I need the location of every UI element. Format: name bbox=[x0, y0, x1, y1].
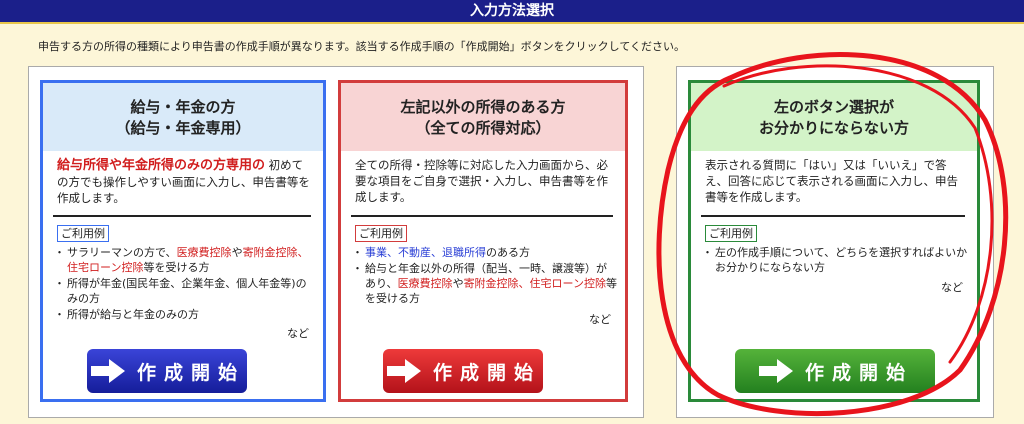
etc-text: など bbox=[941, 281, 963, 294]
card-salary-pension: 給与・年金の方 （給与・年金専用） 給与所得や年金所得のみの方専用の 初めての方… bbox=[40, 80, 326, 402]
card-title: 給与・年金の方 （給与・年金専用） bbox=[43, 83, 323, 151]
example-label: ご利用例 bbox=[355, 225, 407, 242]
example-list: 左の作成手順について、どちらを選択すればよいかお分かりにならない方 bbox=[702, 245, 969, 276]
divider bbox=[351, 215, 613, 217]
arrow-right-icon bbox=[386, 359, 421, 383]
arrow-right-icon bbox=[758, 359, 793, 383]
list-item: 所得が年金(国民年金、企業年金、個人年金等)のみの方 bbox=[54, 276, 315, 306]
list-item: 所得が給与と年金のみの方 bbox=[54, 307, 315, 322]
example-list: 事業、不動産、退職所得のある方 給与と年金以外の所得（配当、一時、譲渡等）があり… bbox=[352, 245, 617, 307]
list-item: サラリーマンの方で、医療費控除や寄附金控除、住宅ローン控除等を受ける方 bbox=[54, 245, 315, 275]
divider bbox=[701, 215, 965, 217]
card-other-income: 左記以外の所得のある方 （全ての所得対応） 全ての所得・控除等に対応した入力画面… bbox=[338, 80, 628, 402]
list-item: 給与と年金以外の所得（配当、一時、譲渡等）があり、医療費控除や寄附金控除、住宅ロ… bbox=[352, 261, 617, 306]
card-description: 表示される質問に「はい」又は「いいえ」で答え、回答に応じて表示される画面に入力し… bbox=[705, 158, 958, 204]
start-button-salary[interactable]: 作成開始 bbox=[87, 349, 247, 393]
example-list: サラリーマンの方で、医療費控除や寄附金控除、住宅ローン控除等を受ける方 所得が年… bbox=[54, 245, 315, 323]
start-button-other[interactable]: 作成開始 bbox=[383, 349, 543, 393]
list-item: 左の作成手順について、どちらを選択すればよいかお分かりにならない方 bbox=[702, 245, 969, 275]
arrow-right-icon bbox=[90, 359, 125, 383]
start-button-guided[interactable]: 作成開始 bbox=[735, 349, 935, 393]
card-not-sure: 左のボタン選択が お分かりにならない方 表示される質問に「はい」又は「いいえ」で… bbox=[688, 80, 980, 402]
etc-text: など bbox=[287, 327, 309, 340]
card-title: 左記以外の所得のある方 （全ての所得対応） bbox=[341, 83, 625, 151]
page-header: 入力方法選択 bbox=[0, 0, 1024, 24]
etc-text: など bbox=[589, 313, 611, 326]
example-label: ご利用例 bbox=[705, 225, 757, 242]
page-title: 入力方法選択 bbox=[470, 3, 554, 19]
card-description: 給与所得や年金所得のみの方専用の 初めての方でも操作しやすい画面に入力し、申告書… bbox=[57, 158, 310, 205]
example-label: ご利用例 bbox=[57, 225, 109, 242]
intro-text: 申告する方の所得の種類により申告書の作成手順が異なります。該当する作成手順の「作… bbox=[38, 40, 686, 53]
divider bbox=[53, 215, 311, 217]
card-description: 全ての所得・控除等に対応した入力画面から、必要な項目をご自身で選択・入力し、申告… bbox=[355, 158, 608, 204]
card-title: 左のボタン選択が お分かりにならない方 bbox=[691, 83, 977, 151]
list-item: 事業、不動産、退職所得のある方 bbox=[352, 245, 617, 260]
